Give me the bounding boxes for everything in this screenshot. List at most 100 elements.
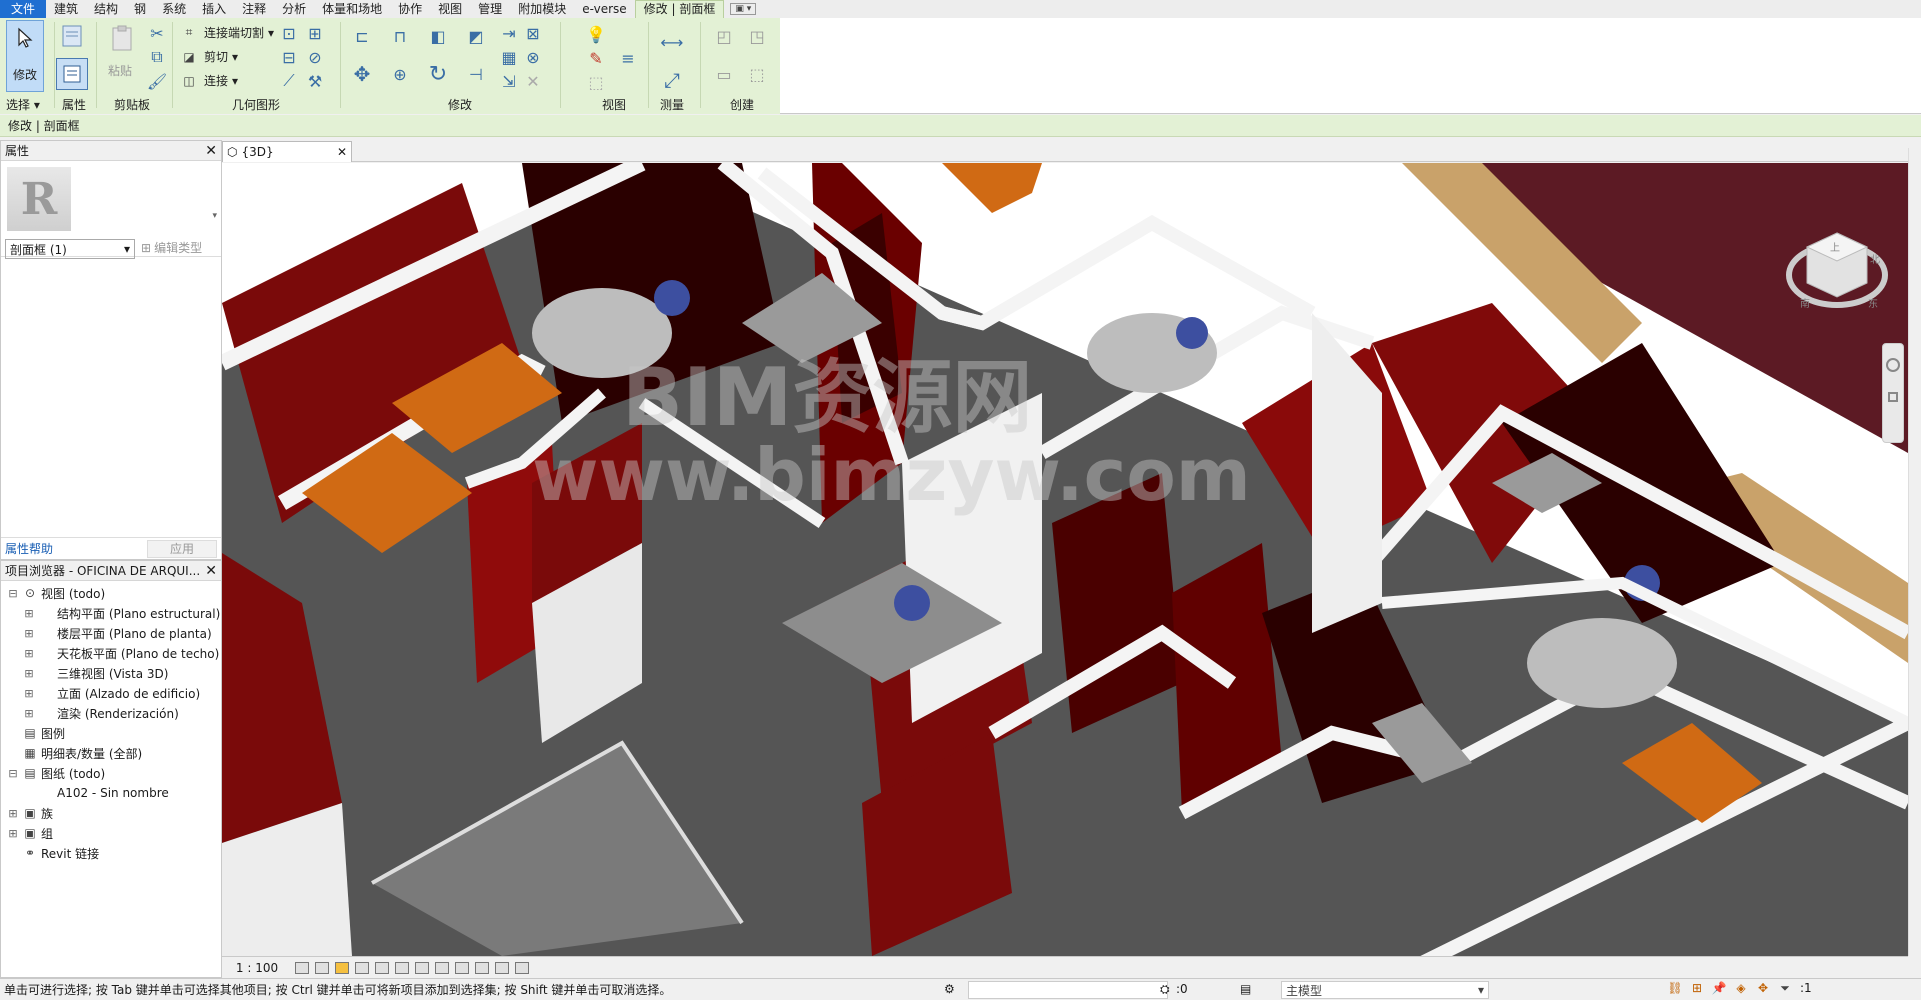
steering-wheel-icon[interactable]: [1886, 358, 1900, 372]
reveal-hidden-icon[interactable]: [475, 961, 489, 974]
override-graphics-icon[interactable]: ✎: [586, 48, 606, 68]
browser-node[interactable]: ⊟ ⊙ 视图 (todo): [3, 583, 221, 603]
shadows-icon[interactable]: [355, 961, 369, 974]
tab-massing[interactable]: 体量和场地: [314, 0, 390, 18]
copy-elements-icon[interactable]: ⊕: [386, 60, 414, 88]
join-button[interactable]: ◫ 连接 ▾: [178, 72, 238, 89]
expand-toggle-icon[interactable]: ⊞: [7, 807, 19, 820]
tab-annotate[interactable]: 注释: [234, 0, 274, 18]
pin-icon[interactable]: ⊗: [524, 48, 542, 67]
delete-icon[interactable]: ✕: [524, 72, 542, 91]
match-properties-icon[interactable]: 🖌: [147, 72, 167, 91]
expand-toggle-icon[interactable]: ⊞: [23, 647, 35, 660]
copy-icon[interactable]: ⧉: [148, 47, 166, 66]
render-icon[interactable]: [375, 961, 389, 974]
unpin-icon[interactable]: ⊠: [524, 24, 542, 43]
tab-e-verse[interactable]: e-verse: [574, 0, 634, 18]
properties-icon[interactable]: [58, 22, 86, 50]
align-icon[interactable]: ⊏: [348, 22, 376, 50]
filter-funnel-icon[interactable]: ⏷: [1778, 981, 1792, 995]
dimension-icon[interactable]: ⤢: [654, 66, 690, 94]
sun-path-icon[interactable]: [335, 961, 349, 974]
browser-node[interactable]: ⊞ 立面 (Alzado de edificio): [3, 683, 221, 703]
cut-geometry-button[interactable]: ◪ 剪切 ▾: [178, 48, 238, 65]
tab-panel-toggle[interactable]: ▣ ▾: [730, 3, 757, 15]
expand-toggle-icon[interactable]: ⊞: [23, 607, 35, 620]
browser-node[interactable]: ⚭ Revit 链接: [3, 843, 221, 863]
3d-viewport[interactable]: BIM资源网 www.bimzyw.com 上 南 东 北: [222, 163, 1908, 956]
type-properties-icon[interactable]: [56, 58, 88, 90]
worksharing-icon[interactable]: ⚙: [944, 982, 955, 996]
browser-node[interactable]: ⊞ 三维视图 (Vista 3D): [3, 663, 221, 683]
cut-icon[interactable]: ✂: [148, 24, 166, 43]
view-scale[interactable]: 1 : 100: [222, 961, 292, 975]
paint-icon[interactable]: ⊞: [306, 24, 324, 43]
tab-steel[interactable]: 钢: [126, 0, 154, 18]
filter-icon[interactable]: ⛭: [1160, 982, 1170, 997]
array-icon[interactable]: ▦: [500, 48, 518, 67]
close-icon[interactable]: ✕: [337, 145, 347, 159]
measure-between-icon[interactable]: ⟷: [654, 32, 690, 52]
tab-structure[interactable]: 结构: [86, 0, 126, 18]
rotate-icon[interactable]: ↻: [424, 60, 452, 88]
tab-insert[interactable]: 插入: [194, 0, 234, 18]
expand-toggle-icon[interactable]: ⊞: [23, 687, 35, 700]
tab-architecture[interactable]: 建筑: [46, 0, 86, 18]
tab-analyze[interactable]: 分析: [274, 0, 314, 18]
browser-node[interactable]: ⊞ ▣ 族: [3, 803, 221, 823]
browser-node[interactable]: A102 - Sin nombre: [3, 783, 221, 803]
create-group-icon[interactable]: ▭: [708, 58, 740, 90]
browser-node[interactable]: ▤ 图例: [3, 723, 221, 743]
create-parts-icon[interactable]: ◳: [742, 22, 772, 50]
trim-icon[interactable]: ⊣: [462, 60, 490, 88]
analytical-model-icon[interactable]: [515, 961, 529, 974]
select-underlay-icon[interactable]: ⊞: [1690, 981, 1704, 995]
edit-profile-icon[interactable]: ⟋: [280, 71, 298, 90]
tab-manage[interactable]: 管理: [470, 0, 510, 18]
browser-node[interactable]: ⊞ 楼层平面 (Plano de planta): [3, 623, 221, 643]
close-icon[interactable]: ✕: [205, 143, 217, 159]
tab-addins[interactable]: 附加模块: [510, 0, 574, 18]
expand-toggle-icon[interactable]: ⊟: [7, 767, 19, 780]
tab-file[interactable]: 文件: [0, 0, 47, 18]
properties-help-link[interactable]: 属性帮助: [5, 540, 53, 557]
offset-icon[interactable]: ⊓: [386, 22, 414, 50]
split-face-icon[interactable]: ⊡: [280, 24, 298, 43]
crop-view-icon[interactable]: [395, 961, 409, 974]
browser-node[interactable]: ⊞ 天花板平面 (Plano de techo): [3, 643, 221, 663]
select-group-label[interactable]: 选择 ▾: [6, 96, 40, 113]
temporary-hide-icon[interactable]: [455, 961, 469, 974]
hide-icon[interactable]: ≡: [618, 48, 638, 68]
split-icon[interactable]: ⇥: [500, 24, 518, 43]
move-icon[interactable]: ✥: [348, 60, 376, 88]
hammer-icon[interactable]: ⚒: [306, 72, 324, 91]
expand-toggle-icon[interactable]: ⊞: [23, 707, 35, 720]
cope-button[interactable]: ⌗ 连接端切割 ▾: [178, 24, 274, 41]
vertical-scrollbar[interactable]: [1908, 148, 1921, 956]
lightbulb-icon[interactable]: 💡: [586, 24, 606, 44]
design-option-selector[interactable]: 主模型 ▾: [1281, 981, 1489, 999]
tab-collaborate[interactable]: 协作: [390, 0, 430, 18]
browser-node[interactable]: ⊞ 渲染 (Renderización): [3, 703, 221, 723]
instance-selector[interactable]: 剖面框 (1) ▾: [5, 239, 135, 259]
design-options-icon[interactable]: ▤: [1240, 982, 1251, 996]
wall-joins-icon[interactable]: ⊟: [280, 48, 298, 67]
detail-level-icon[interactable]: [295, 961, 309, 974]
tab-3d-view[interactable]: ⬡ {3D} ✕: [222, 141, 352, 162]
workset-selector[interactable]: [968, 981, 1168, 999]
linework-icon[interactable]: ⬚: [586, 72, 606, 92]
scale-icon[interactable]: ⇲: [500, 72, 518, 91]
select-pinned-icon[interactable]: 📌: [1712, 981, 1727, 995]
visual-style-icon[interactable]: [315, 961, 329, 974]
tab-systems[interactable]: 系统: [154, 0, 194, 18]
drag-elements-icon[interactable]: ✥: [1756, 981, 1770, 995]
browser-node[interactable]: ⊞ ▣ 组: [3, 823, 221, 843]
browser-node[interactable]: ▦ 明细表/数量 (全部): [3, 743, 221, 763]
browser-node[interactable]: ⊞ 结构平面 (Plano estructural): [3, 603, 221, 623]
browser-node[interactable]: ⊟ ▤ 图纸 (todo): [3, 763, 221, 783]
mirror-axis-icon[interactable]: ◧: [424, 22, 452, 50]
temporary-view-properties-icon[interactable]: [495, 961, 509, 974]
demolish-icon[interactable]: ⊘: [306, 48, 324, 67]
create-assembly-icon[interactable]: ◰: [708, 22, 740, 50]
show-crop-icon[interactable]: [415, 961, 429, 974]
